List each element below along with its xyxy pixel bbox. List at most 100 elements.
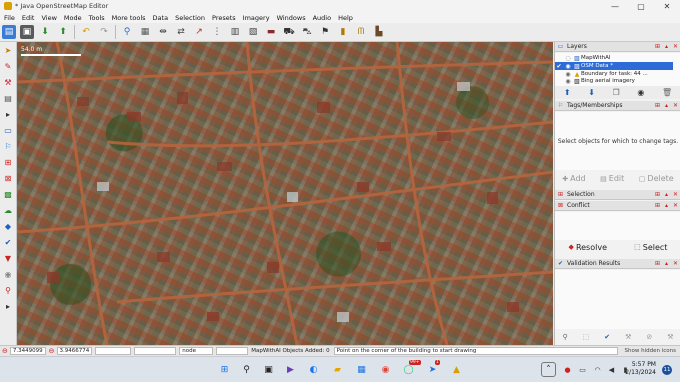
layer-row-boundary[interactable]: ◉ ▲ Boundary for task: 44 ... <box>555 70 673 78</box>
panel-collapse-icon[interactable]: ▴ <box>663 43 670 50</box>
panel-close-icon[interactable]: ✕ <box>672 202 679 209</box>
selection-toggle-icon[interactable]: ⊞ <box>2 156 15 169</box>
minimize-button[interactable]: — <box>602 2 628 11</box>
menu-file[interactable]: File <box>4 14 15 22</box>
panel-collapse-icon[interactable]: ▴ <box>663 202 670 209</box>
menu-selection[interactable]: Selection <box>175 14 205 22</box>
maximize-button[interactable]: ▢ <box>628 2 654 11</box>
menu-presets[interactable]: Presets <box>212 14 236 22</box>
menu-data[interactable]: Data <box>153 14 169 22</box>
zoom-to-problem-icon[interactable]: ⚲ <box>562 333 567 341</box>
notification-badge[interactable]: 11 <box>662 365 672 375</box>
improve-way-icon[interactable]: ⚒ <box>2 76 15 89</box>
delete-layer-icon[interactable]: 🗑 <box>662 88 672 97</box>
conflict-panel-header[interactable]: ⊠ Conflict ⊞ ▴ ✕ <box>555 201 680 211</box>
split-way-icon[interactable]: ⇹ <box>156 25 170 39</box>
add-tag-button[interactable]: ✚ Add <box>562 174 585 183</box>
download-icon[interactable]: ⬇ <box>38 25 52 39</box>
volume-icon[interactable]: ◀ <box>604 362 619 377</box>
layers-panel-header[interactable]: ▭ Layers ⊞ ▴ ✕ <box>555 42 680 52</box>
save-icon[interactable]: ▣ <box>20 25 34 39</box>
zoom-mode-icon[interactable]: ▤ <box>2 92 15 105</box>
show-hidden-icons-button[interactable]: ˄ <box>541 362 556 377</box>
layer-row-imagery[interactable]: ◉ ▧ Bing aerial imagery <box>555 78 673 84</box>
building-icon[interactable]: ▬ <box>264 25 278 39</box>
panel-detach-icon[interactable]: ⊞ <box>654 102 661 109</box>
bus-icon[interactable]: ⛍ <box>300 25 314 39</box>
panel-detach-icon[interactable]: ⊞ <box>654 191 661 198</box>
undo-icon[interactable]: ↶ <box>79 25 93 39</box>
simplify-way-icon[interactable]: ⋮ <box>210 25 224 39</box>
layer-row-mapwithai[interactable]: ◌ ▨ MapWithAI <box>555 54 673 62</box>
redo-icon[interactable]: ↷ <box>97 25 111 39</box>
chrome-icon[interactable]: ◉ <box>378 362 393 377</box>
panel-detach-icon[interactable]: ⊞ <box>654 260 661 267</box>
task-view-icon[interactable]: ▣ <box>261 362 276 377</box>
ignore-icon[interactable]: ⊘ <box>646 333 652 341</box>
layer-row-osm-data[interactable]: ✔ ◉ ▨ OSM Data * <box>555 62 673 70</box>
visibility-icon[interactable]: ◉ <box>563 78 573 84</box>
relation-toggle-icon[interactable]: ⊠ <box>2 172 15 185</box>
duplicate-icon[interactable]: ❐ <box>613 88 620 97</box>
layers-toggle-icon[interactable]: ▭ <box>2 124 15 137</box>
notes-toggle-icon[interactable]: ⚲ <box>2 284 15 297</box>
preferences-icon[interactable]: ▦ <box>138 25 152 39</box>
history-icon[interactable]: ☁ <box>2 204 15 217</box>
close-button[interactable]: ✕ <box>654 2 680 11</box>
start-icon[interactable]: ⊞ <box>217 362 232 377</box>
align-circle-icon[interactable]: ▥ <box>228 25 242 39</box>
zoom-icon[interactable]: ⚲ <box>120 25 134 39</box>
panel-collapse-icon[interactable]: ▴ <box>663 102 670 109</box>
menu-mode[interactable]: Mode <box>64 14 82 22</box>
visibility-icon[interactable]: ◉ <box>563 71 573 78</box>
file-explorer-icon[interactable]: ▰ <box>330 362 345 377</box>
panel-detach-icon[interactable]: ⊞ <box>654 202 661 209</box>
more-arrow-icon[interactable]: ▸ <box>2 300 15 313</box>
menu-view[interactable]: View <box>41 14 56 22</box>
panel-collapse-icon[interactable]: ▴ <box>663 260 670 267</box>
wifi-icon[interactable]: ◠ <box>590 362 605 377</box>
tray-meet-icon[interactable]: ▭ <box>575 362 590 377</box>
wrench-icon[interactable]: ⚒ <box>667 333 673 341</box>
resolve-button[interactable]: ◆ Resolve <box>569 243 607 252</box>
open-file-icon[interactable]: ▤ <box>2 25 16 39</box>
selection-panel-header[interactable]: ⊞ Selection ⊞ ▴ ✕ <box>555 190 680 200</box>
panel-close-icon[interactable]: ✕ <box>672 102 679 109</box>
orthogonalize-icon[interactable]: ▧ <box>246 25 260 39</box>
car-icon[interactable]: ⛟ <box>282 25 296 39</box>
store-icon[interactable]: ▦ <box>354 362 369 377</box>
panel-collapse-icon[interactable]: ▴ <box>663 191 670 198</box>
tags-toggle-icon[interactable]: ⚐ <box>2 140 15 153</box>
combine-way-icon[interactable]: ⇄ <box>174 25 188 39</box>
menu-tools[interactable]: Tools <box>89 14 105 22</box>
map-view[interactable]: 54.0 m <box>17 42 553 345</box>
show-hide-icon[interactable]: ◉ <box>637 88 644 97</box>
fix-icon[interactable]: ⚒ <box>625 333 631 341</box>
menu-audio[interactable]: Audio <box>313 14 331 22</box>
info-icon[interactable]: ▮ <box>336 25 350 39</box>
clock[interactable]: 5:57 PM 2/13/2024 <box>625 361 656 377</box>
menu-edit[interactable]: Edit <box>22 14 35 22</box>
edge-browser-icon[interactable]: ◐ <box>306 362 321 377</box>
filter-toggle-icon[interactable]: ▼ <box>2 252 15 265</box>
conflict-toggle-icon[interactable]: ◆ <box>2 220 15 233</box>
mapwithai-icon[interactable]: ᗰ <box>354 25 368 39</box>
video-call-icon[interactable]: ▶ <box>283 362 298 377</box>
tray-app-icon[interactable]: ● <box>560 362 575 377</box>
author-toggle-icon[interactable]: ◉ <box>2 268 15 281</box>
josm-taskbar-icon[interactable]: ▲ <box>449 362 464 377</box>
draw-mode-icon[interactable]: ✎ <box>2 60 15 73</box>
delete-tag-button[interactable]: ▢ Delete <box>639 174 674 183</box>
validation-panel-header[interactable]: ✔ Validation Results ⊞ ▴ ✕ <box>555 259 680 269</box>
menu-imagery[interactable]: Imagery <box>243 14 270 22</box>
panel-close-icon[interactable]: ✕ <box>672 43 679 50</box>
menu-windows[interactable]: Windows <box>277 14 306 22</box>
search-icon[interactable]: ⚲ <box>239 362 254 377</box>
validate-icon[interactable]: ✔ <box>604 333 610 341</box>
menu-help[interactable]: Help <box>338 14 353 22</box>
map-paint-icon[interactable]: ▩ <box>2 188 15 201</box>
factory-icon[interactable]: ▙ <box>372 25 386 39</box>
visibility-icon[interactable]: ◌ <box>563 55 573 62</box>
upload-icon[interactable]: ⬆ <box>56 25 70 39</box>
select-button[interactable]: ⬚ Select <box>634 243 667 252</box>
